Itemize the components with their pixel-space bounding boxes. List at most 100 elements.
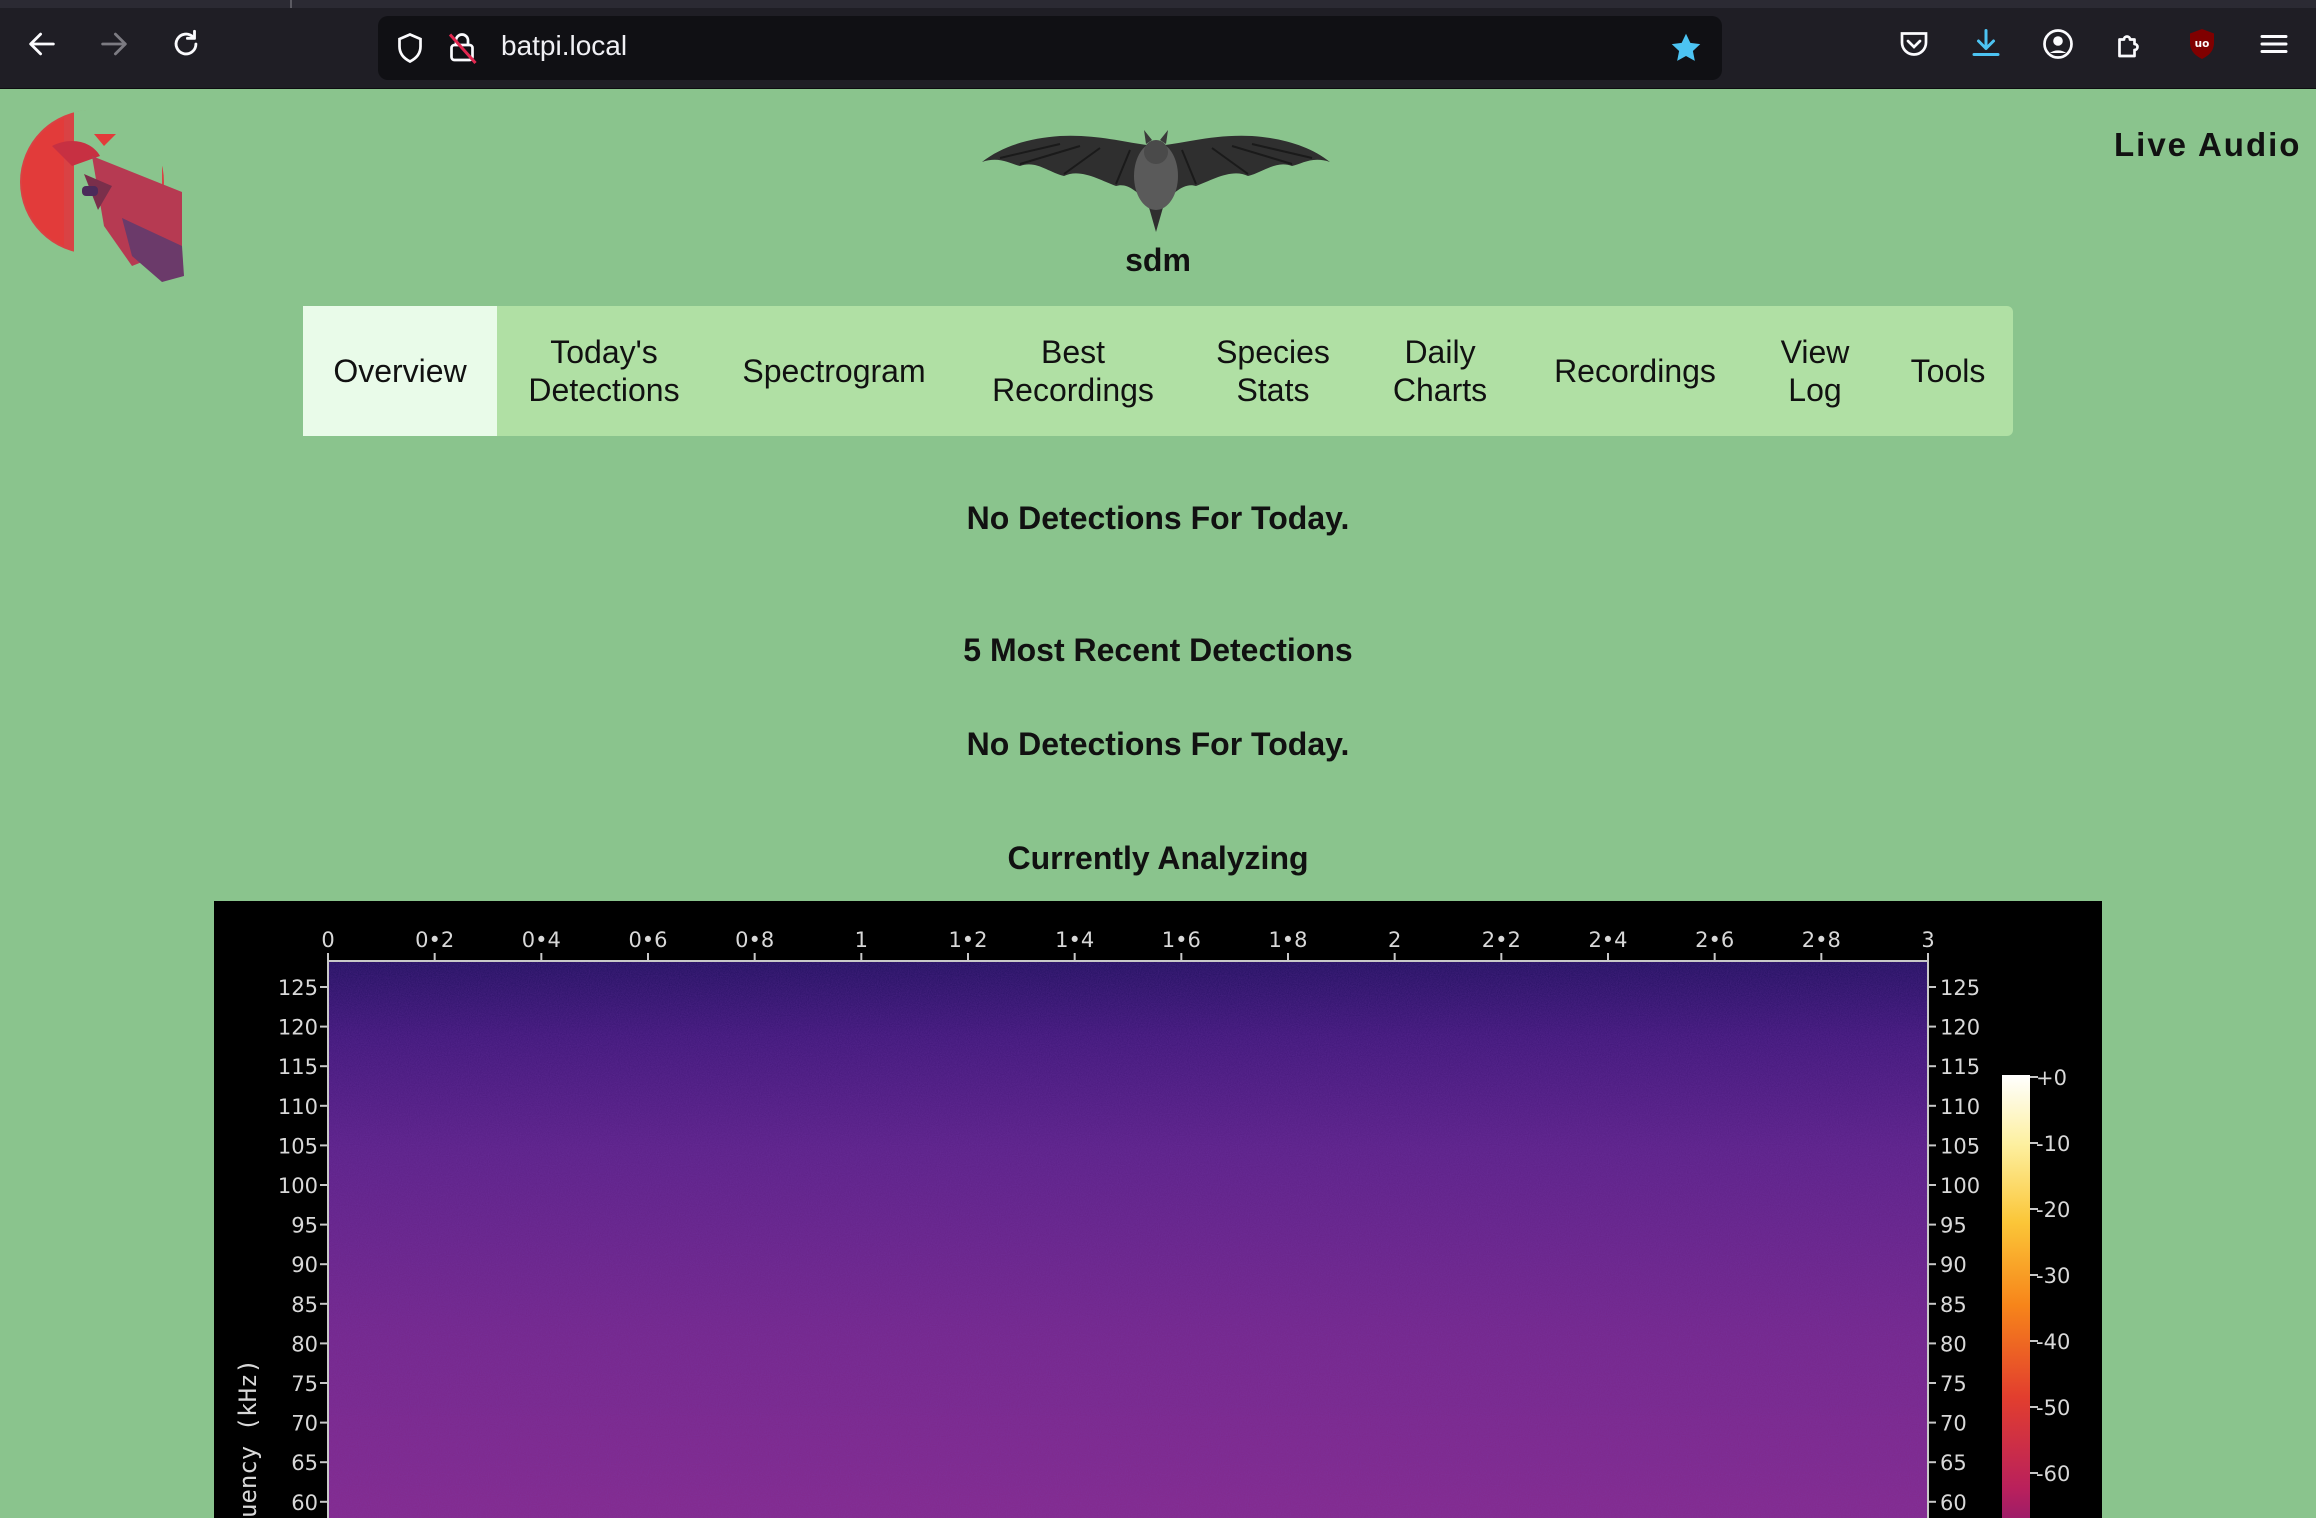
x-tick-label: 0•2 <box>415 928 454 952</box>
browser-toolbar: batpi.local uo <box>0 0 2316 89</box>
x-tick-label: 0 <box>321 928 334 952</box>
y-tick-label-left: 105 <box>278 1134 318 1158</box>
y-tick-label-left: 85 <box>291 1293 318 1317</box>
tab-view-log-label: View Log <box>1780 334 1850 408</box>
x-tick-label: 2•2 <box>1482 928 1521 952</box>
y-tick-label-right: 120 <box>1940 1016 1980 1040</box>
y-tick-label-left: 70 <box>291 1412 318 1436</box>
forward-button[interactable] <box>92 22 136 66</box>
bat-image <box>982 130 1330 232</box>
x-tick-label: 1•2 <box>948 928 987 952</box>
spectrogram-image: 0 0•2 0•4 0•6 0•8 1 1•2 1•4 1•6 1•8 2 2•2 2•4 2•6 2•8 3… <box>214 901 2102 1518</box>
back-button[interactable] <box>20 22 64 66</box>
url-text[interactable]: batpi.local <box>501 30 627 62</box>
x-tick-label: 2•6 <box>1695 928 1734 952</box>
tab-strip <box>0 0 2316 8</box>
colorbar-tick-label: -20 <box>2036 1198 2070 1222</box>
tab-view-log[interactable]: View Log <box>1747 306 1883 436</box>
tab-overview[interactable]: Overview <box>303 306 497 436</box>
tab-recordings[interactable]: Recordings <box>1523 306 1747 436</box>
currently-analyzing-title: Currently Analyzing <box>1007 840 1309 876</box>
tab-daily-charts-label: Daily Charts <box>1392 334 1488 408</box>
colorbar-tick-label: -60 <box>2036 1462 2070 1486</box>
y-tick-label-right: 125 <box>1940 976 1980 1000</box>
colorbar <box>2002 1075 2030 1518</box>
spectrogram-noise <box>328 961 1928 1518</box>
x-tick-label: 2•8 <box>1802 928 1841 952</box>
x-tick-label: 0•8 <box>735 928 774 952</box>
forward-arrow-icon <box>101 32 127 56</box>
y-tick-label-left: 120 <box>278 1016 318 1040</box>
insecure-lock-icon[interactable] <box>444 30 480 66</box>
tab-divider <box>290 0 292 8</box>
y-tick-label-right: 110 <box>1940 1095 1980 1119</box>
x-tick-label: 1 <box>855 928 868 952</box>
x-tick-label: 1•4 <box>1055 928 1094 952</box>
tab-overview-label: Overview <box>333 353 467 389</box>
colorbar-tick-label: -30 <box>2036 1264 2070 1288</box>
live-audio-link[interactable]: Live Audio <box>2114 126 2301 164</box>
svg-text:uo: uo <box>2195 38 2210 50</box>
tab-spectrogram[interactable]: Spectrogram <box>711 306 957 436</box>
x-tick-label: 0•6 <box>628 928 667 952</box>
colorbar-tick-label: -50 <box>2036 1396 2070 1420</box>
tab-tools[interactable]: Tools <box>1883 306 2013 436</box>
tab-species-stats[interactable]: Species Stats <box>1189 306 1357 436</box>
tab-species-stats-label: Species Stats <box>1216 334 1330 408</box>
shield-icon[interactable] <box>392 30 428 66</box>
tab-spectrogram-label: Spectrogram <box>742 353 926 389</box>
extensions-icon[interactable] <box>2112 26 2148 62</box>
y-tick-label-left: 100 <box>278 1174 318 1198</box>
account-icon[interactable] <box>2040 26 2076 62</box>
reload-icon <box>174 29 198 56</box>
back-arrow-icon <box>29 32 55 56</box>
y-tick-label-right: 115 <box>1940 1055 1980 1079</box>
tab-recordings-label: Recordings <box>1554 353 1716 389</box>
spectrogram-chart: 0 0•2 0•4 0•6 0•8 1 1•2 1•4 1•6 1•8 2 2•2 2•4 2•6 2•8 3… <box>234 928 2070 1518</box>
y-tick-label-left: 60 <box>291 1491 318 1515</box>
x-tick-label: 2 <box>1388 928 1401 952</box>
tab-todays-detections-label: Today's Detections <box>528 334 680 408</box>
address-bar[interactable]: batpi.local <box>378 16 1722 80</box>
download-icon[interactable] <box>1968 26 2004 62</box>
y-tick-label-right: 100 <box>1940 1174 1980 1198</box>
tab-best-recordings-label: Best Recordings <box>992 334 1154 408</box>
y-tick-label-left: 115 <box>278 1055 318 1079</box>
y-tick-label-left: 90 <box>291 1253 318 1277</box>
no-detections-today: No Detections For Today. <box>966 500 1350 536</box>
bookmark-star-icon[interactable] <box>1668 30 1704 66</box>
tab-daily-charts[interactable]: Daily Charts <box>1357 306 1523 436</box>
y-tick-label-right: 65 <box>1940 1451 1967 1475</box>
x-tick-label: 1•6 <box>1162 928 1201 952</box>
y-tick-label-right: 90 <box>1940 1253 1967 1277</box>
colorbar-tick-label: +0 <box>2036 1066 2067 1090</box>
x-tick-label: 2•4 <box>1588 928 1627 952</box>
y-tick-label-right: 80 <box>1940 1332 1967 1356</box>
y-tick-label-right: 105 <box>1940 1134 1980 1158</box>
tab-best-recordings[interactable]: Best Recordings <box>957 306 1189 436</box>
y-tick-label-right: 60 <box>1940 1491 1967 1515</box>
pocket-icon[interactable] <box>1896 26 1932 62</box>
main-nav: Overview Today's Detections Spectrogram … <box>303 306 2013 436</box>
y-tick-label-right: 70 <box>1940 1412 1967 1436</box>
x-tick-label: 3 <box>1921 928 1934 952</box>
y-tick-label-right: 75 <box>1940 1372 1967 1396</box>
colorbar-tick-label: -10 <box>2036 1132 2070 1156</box>
y-tick-label-left: 110 <box>278 1095 318 1119</box>
tab-tools-label: Tools <box>1910 353 1986 389</box>
y-tick-label-left: 75 <box>291 1372 318 1396</box>
y-axis-label: uency (kHz) <box>234 1359 262 1518</box>
y-tick-label-left: 65 <box>291 1451 318 1475</box>
tab-todays-detections[interactable]: Today's Detections <box>497 306 711 436</box>
y-tick-label-left: 80 <box>291 1332 318 1356</box>
hamburger-menu-icon[interactable] <box>2256 26 2292 62</box>
site-name: sdm <box>1125 242 1191 278</box>
x-tick-label: 1•8 <box>1268 928 1307 952</box>
y-tick-label-left: 125 <box>278 976 318 1000</box>
y-tick-label-right: 85 <box>1940 1293 1967 1317</box>
y-tick-label-right: 95 <box>1940 1214 1967 1238</box>
ublock-icon[interactable]: uo <box>2184 26 2220 62</box>
y-tick-label-left: 95 <box>291 1214 318 1238</box>
reload-button[interactable] <box>164 22 208 66</box>
no-recent-detections: No Detections For Today. <box>966 726 1350 762</box>
